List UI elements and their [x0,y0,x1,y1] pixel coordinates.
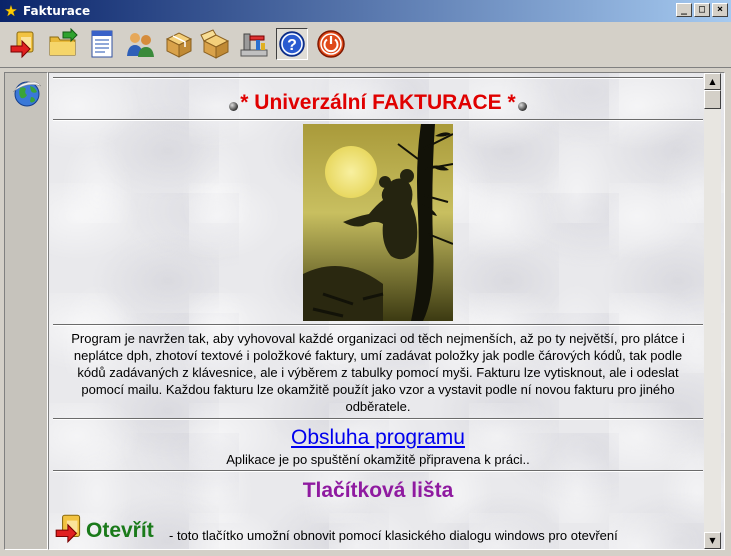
tools-button[interactable] [238,28,270,60]
scroll-down-button[interactable]: ▼ [704,532,721,549]
svg-text:?: ? [287,37,297,54]
koala-image [303,124,453,321]
scroll-thumb[interactable] [704,90,721,109]
operation-link[interactable]: Obsluha programu [53,420,703,450]
window-controls: _ □ × [676,3,728,17]
open-folder-button[interactable] [47,28,79,60]
operation-subtitle: Aplikace je po spuštění okamžitě připrav… [226,452,530,467]
tools-icon [240,33,268,57]
bullet-icon [229,101,239,111]
window-title: Fakturace [23,4,91,18]
feature-open-text: - toto tlačítko umožní obnovit pomocí kl… [169,528,618,543]
document-list-button[interactable] [86,28,118,60]
people-icon [127,33,154,57]
divider [53,119,703,121]
scroll-up-button[interactable]: ▲ [704,73,721,90]
folder-arrow-icon [49,28,78,56]
box-button[interactable] [163,28,195,60]
toolbar: ? [0,22,731,68]
help-button[interactable]: ? [276,28,308,60]
page-heading: * Univerzální FAKTURACE * [53,79,703,119]
vertical-scrollbar[interactable]: ▲ ▼ [704,73,721,549]
document-view: * Univerzální FAKTURACE * Program je nav… [48,72,725,550]
red-arrow-door-icon [10,31,34,59]
page-title: * Univerzální FAKTURACE * [240,91,516,114]
red-arrow-door-icon [55,514,81,544]
close-button[interactable]: × [712,3,728,17]
minimize-button[interactable]: _ [676,3,692,17]
customers-button[interactable] [124,28,156,60]
package-open-icon [200,29,230,59]
program-description: Program je navržen tak, aby vyhovoval ka… [71,331,685,414]
feature-open: Otevřít - toto tlačítko umožní obnovit p… [53,509,703,549]
exit-door-button[interactable] [8,28,40,60]
bullet-icon [517,101,527,111]
power-icon [317,30,345,58]
question-icon: ? [279,31,305,57]
document-list-icon [91,30,113,58]
left-pane [4,72,48,550]
globe-icon[interactable] [11,77,43,109]
power-button[interactable] [315,28,347,60]
toolbar-section-title: Tlačítková lišta [302,479,454,502]
package-icon [165,32,193,58]
box-open-button[interactable] [200,28,232,60]
title-bar: ★ Fakturace _ □ × [0,0,731,22]
page-content: * Univerzální FAKTURACE * Program je nav… [53,77,703,549]
maximize-button[interactable]: □ [694,3,710,17]
star-icon: ★ [4,2,18,20]
feature-open-name: Otevřít [86,519,154,542]
